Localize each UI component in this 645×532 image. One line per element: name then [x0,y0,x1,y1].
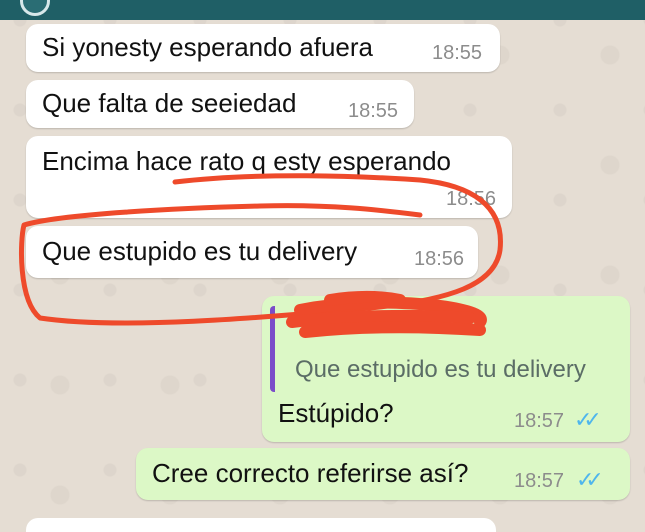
message-time: 18:57 [514,410,565,432]
message-time: 18:56 [446,188,497,210]
message-time: 18:56 [414,248,465,270]
message-text: Cree correcto referirse así? [152,458,469,488]
message-text: Estúpido? [278,398,394,428]
message-bubble-incoming[interactable]: Si yonesty esperando afuera 18:55 [26,24,500,72]
message-time: 18:57 [514,470,565,492]
message-bubble-incoming-partial[interactable] [26,518,496,532]
message-time: 18:55 [348,100,399,122]
message-text: Que falta de seeiedad [42,88,297,118]
message-bubble-incoming[interactable]: Que falta de seeiedad 18:55 [26,80,414,128]
quoted-message-text: Que estupido es tu delivery [295,356,586,383]
message-text: Encima hace rato q esty esperando [42,146,452,176]
message-bubble-outgoing[interactable]: Que estupido es tu delivery Estúpido? 18… [262,296,630,442]
message-bubble-incoming[interactable]: Que estupido es tu delivery 18:56 [26,226,478,278]
message-text: Si yonesty esperando afuera [42,32,373,62]
message-time: 18:55 [432,42,483,64]
read-receipt-icon: ✓✓ [576,468,604,493]
contact-avatar[interactable] [20,0,50,16]
message-text: Que estupido es tu delivery [42,236,358,266]
message-bubble-outgoing[interactable]: Cree correcto referirse así? 18:57 ✓✓ [136,448,630,500]
quoted-message[interactable]: Que estupido es tu delivery [270,306,616,392]
chat-header [0,0,645,20]
read-receipt-icon: ✓✓ [574,408,602,433]
message-bubble-incoming[interactable]: Encima hace rato q esty esperando 18:56 [26,136,512,218]
